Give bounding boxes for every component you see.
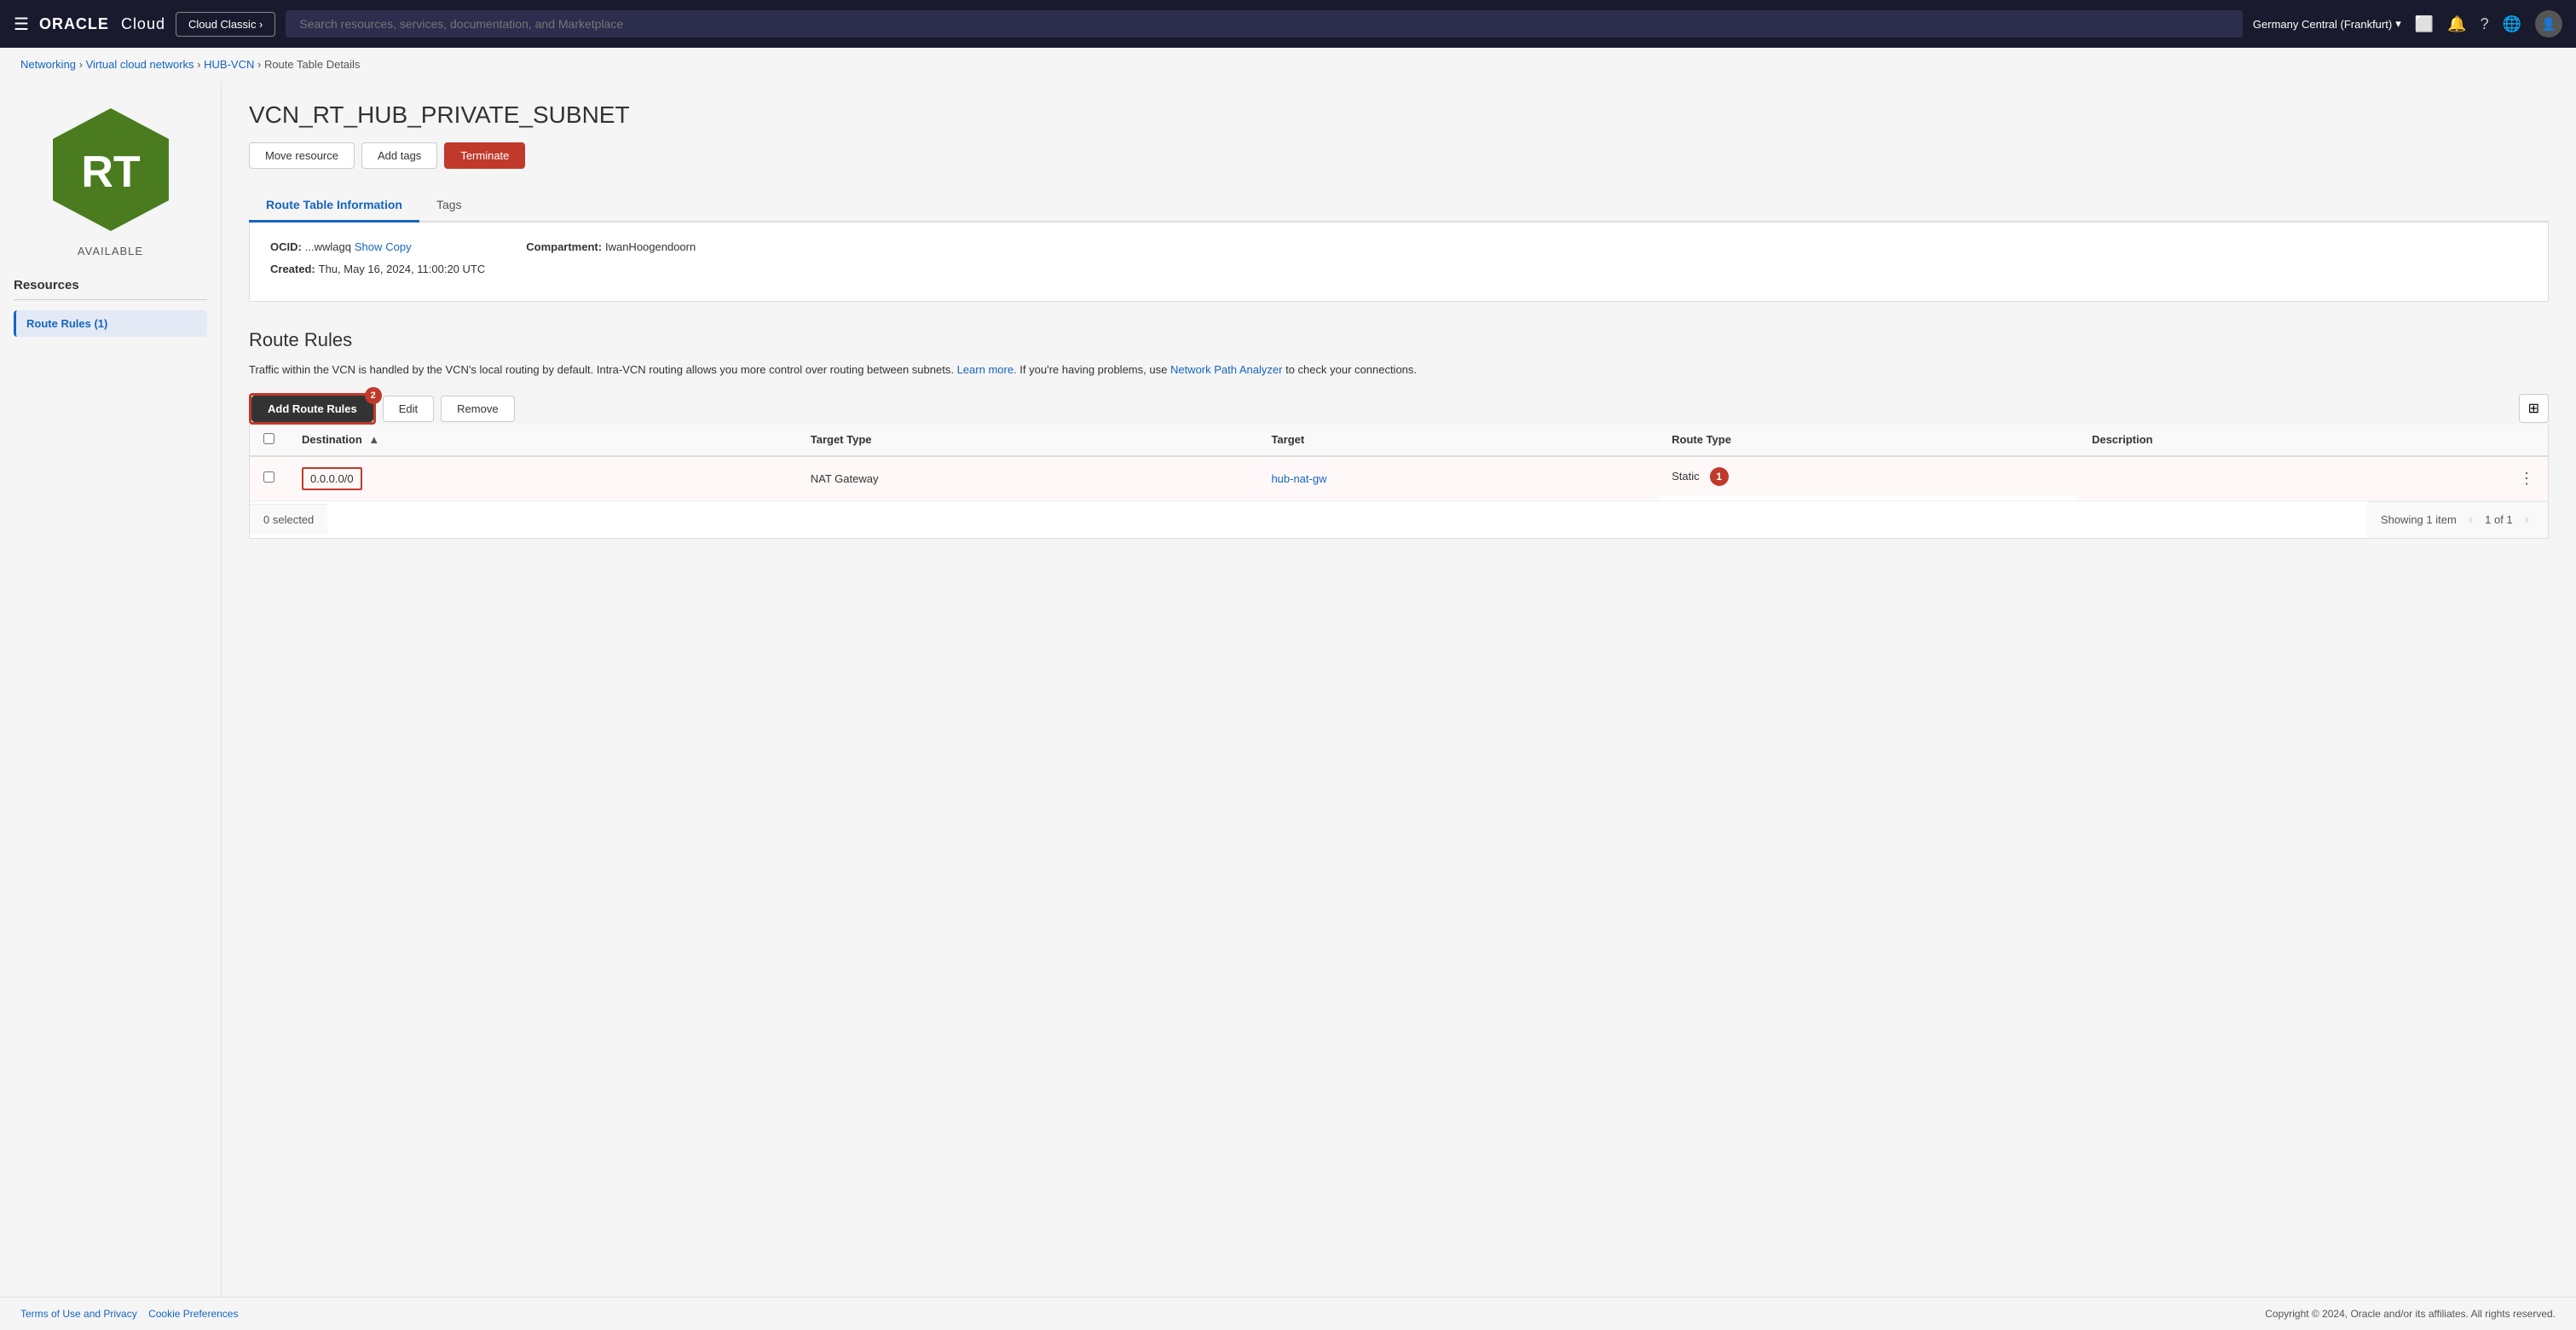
chevron-down-icon: ▾ — [2395, 17, 2401, 31]
route-type-header[interactable]: Route Type — [1658, 425, 2078, 456]
sidebar-item-route-rules[interactable]: Route Rules (1) — [14, 310, 207, 337]
tabs: Route Table Information Tags — [249, 189, 2549, 223]
globe-icon[interactable]: 🌐 — [2503, 15, 2521, 33]
network-path-analyzer-link[interactable]: Network Path Analyzer — [1170, 363, 1283, 376]
breadcrumb-networking[interactable]: Networking — [20, 58, 76, 71]
row-action-cell: ⋮ — [2505, 456, 2548, 500]
cloud-classic-button[interactable]: Cloud Classic › — [176, 12, 275, 37]
row-badge: 1 — [1710, 467, 1729, 486]
row-action-menu[interactable]: ⋮ — [2519, 470, 2534, 487]
showing-label: Showing 1 item — [2381, 513, 2457, 526]
route-type-cell: Static 1 — [1658, 457, 2078, 496]
move-resource-button[interactable]: Move resource — [249, 142, 355, 169]
copyright: Copyright © 2024, Oracle and/or its affi… — [2265, 1308, 2556, 1320]
add-route-badge: 2 — [365, 387, 382, 404]
footer: Terms of Use and Privacy Cookie Preferen… — [0, 1297, 2576, 1330]
cookie-link[interactable]: Cookie Preferences — [148, 1308, 238, 1320]
description-header[interactable]: Description — [2078, 425, 2505, 456]
breadcrumb: Networking › Virtual cloud networks › HU… — [0, 48, 2576, 81]
action-buttons: Move resource Add tags Terminate — [249, 142, 2549, 169]
table-toolbar: Add Route Rules 2 Edit Remove ⊞ — [249, 393, 2549, 425]
footer-links: Terms of Use and Privacy Cookie Preferen… — [20, 1308, 238, 1320]
target-header[interactable]: Target — [1257, 425, 1658, 456]
target-type-header[interactable]: Target Type — [797, 425, 1258, 456]
region-selector[interactable]: Germany Central (Frankfurt) ▾ — [2253, 17, 2401, 31]
search-input[interactable] — [286, 10, 2243, 38]
target-cell: hub-nat-gw — [1257, 456, 1658, 500]
top-navigation: ☰ ORACLE Cloud Cloud Classic › Germany C… — [0, 0, 2576, 48]
route-rules-description: Traffic within the VCN is handled by the… — [249, 361, 2549, 379]
select-all-header — [250, 425, 288, 456]
oracle-logo: ORACLE Cloud — [39, 15, 165, 33]
table-header-row: Destination ▲ Target Type Target Route T… — [250, 425, 2548, 456]
terminate-button[interactable]: Terminate — [444, 142, 525, 169]
bell-icon[interactable]: 🔔 — [2447, 15, 2466, 33]
sort-icon: ▲ — [368, 433, 379, 446]
row-checkbox[interactable] — [263, 471, 274, 483]
grid-icon: ⊞ — [2528, 400, 2539, 417]
nav-right: Germany Central (Frankfurt) ▾ ⬜ 🔔 ? 🌐 👤 — [2253, 10, 2562, 38]
table-footer: 0 selected Showing 1 item ‹ 1 of 1 › — [250, 500, 2548, 538]
route-rules-table: Destination ▲ Target Type Target Route T… — [250, 425, 2548, 500]
sidebar: RT AVAILABLE Resources Route Rules (1) — [0, 81, 222, 1297]
ocid-value: ...wwlagq — [305, 240, 351, 253]
pagination: Showing 1 item ‹ 1 of 1 › — [2367, 501, 2548, 538]
breadcrumb-vcn[interactable]: Virtual cloud networks — [86, 58, 194, 71]
table-row: 0.0.0.0/0 NAT Gateway hub-nat-gw Static … — [250, 456, 2548, 500]
add-tags-button[interactable]: Add tags — [361, 142, 437, 169]
learn-more-link[interactable]: Learn more. — [957, 363, 1017, 376]
help-icon[interactable]: ? — [2481, 15, 2489, 33]
route-rules-title: Route Rules — [249, 329, 2549, 351]
created-item: Created: Thu, May 16, 2024, 11:00:20 UTC — [270, 262, 485, 275]
tab-route-table-info[interactable]: Route Table Information — [249, 189, 419, 223]
compartment-item: Compartment: IwanHoogendoorn — [526, 240, 696, 253]
ocid-copy-link[interactable]: Copy — [385, 240, 411, 253]
page-info: 1 of 1 — [2485, 513, 2513, 526]
terms-link[interactable]: Terms of Use and Privacy — [20, 1308, 137, 1320]
breadcrumb-current: Route Table Details — [264, 58, 361, 71]
destination-value: 0.0.0.0/0 — [302, 467, 362, 490]
prev-page-button[interactable]: ‹ — [2463, 511, 2478, 529]
next-page-button[interactable]: › — [2520, 511, 2534, 529]
actions-header — [2505, 425, 2548, 456]
rules-table-wrapper: Destination ▲ Target Type Target Route T… — [249, 425, 2549, 539]
add-route-rules-button[interactable]: Add Route Rules — [251, 396, 373, 422]
terminal-icon[interactable]: ⬜ — [2415, 15, 2434, 33]
ocid-item: OCID: ...wwlagq Show Copy — [270, 240, 485, 253]
description-cell — [2078, 456, 2505, 500]
column-settings-button[interactable]: ⊞ — [2519, 394, 2549, 423]
main-container: RT AVAILABLE Resources Route Rules (1) V… — [0, 81, 2576, 1297]
edit-button[interactable]: Edit — [383, 396, 434, 422]
content-area: VCN_RT_HUB_PRIVATE_SUBNET Move resource … — [222, 81, 2576, 1297]
select-all-checkbox[interactable] — [263, 433, 274, 444]
ocid-show-link[interactable]: Show — [355, 240, 383, 253]
breadcrumb-hub-vcn[interactable]: HUB-VCN — [204, 58, 254, 71]
remove-button[interactable]: Remove — [441, 396, 514, 422]
status-badge: AVAILABLE — [78, 245, 143, 257]
hamburger-menu[interactable]: ☰ — [14, 14, 29, 35]
info-panel: OCID: ...wwlagq Show Copy Created: Thu, … — [249, 223, 2549, 302]
destination-cell: 0.0.0.0/0 — [288, 456, 797, 500]
sidebar-section-title: Resources — [14, 278, 207, 300]
user-avatar[interactable]: 👤 — [2535, 10, 2562, 38]
add-route-rules-border: Add Route Rules 2 — [249, 393, 376, 425]
target-link[interactable]: hub-nat-gw — [1271, 472, 1326, 485]
rt-hex-icon: RT — [43, 101, 179, 238]
target-type-cell: NAT Gateway — [797, 456, 1258, 500]
row-checkbox-cell — [250, 456, 288, 500]
add-route-rules-wrapper: Add Route Rules 2 — [251, 396, 373, 422]
tab-tags[interactable]: Tags — [419, 189, 479, 223]
page-title: VCN_RT_HUB_PRIVATE_SUBNET — [249, 101, 2549, 129]
icon-area: RT AVAILABLE — [14, 101, 207, 257]
svg-text:RT: RT — [81, 147, 141, 197]
destination-header[interactable]: Destination ▲ — [288, 425, 797, 456]
selected-count: 0 selected — [250, 504, 327, 535]
